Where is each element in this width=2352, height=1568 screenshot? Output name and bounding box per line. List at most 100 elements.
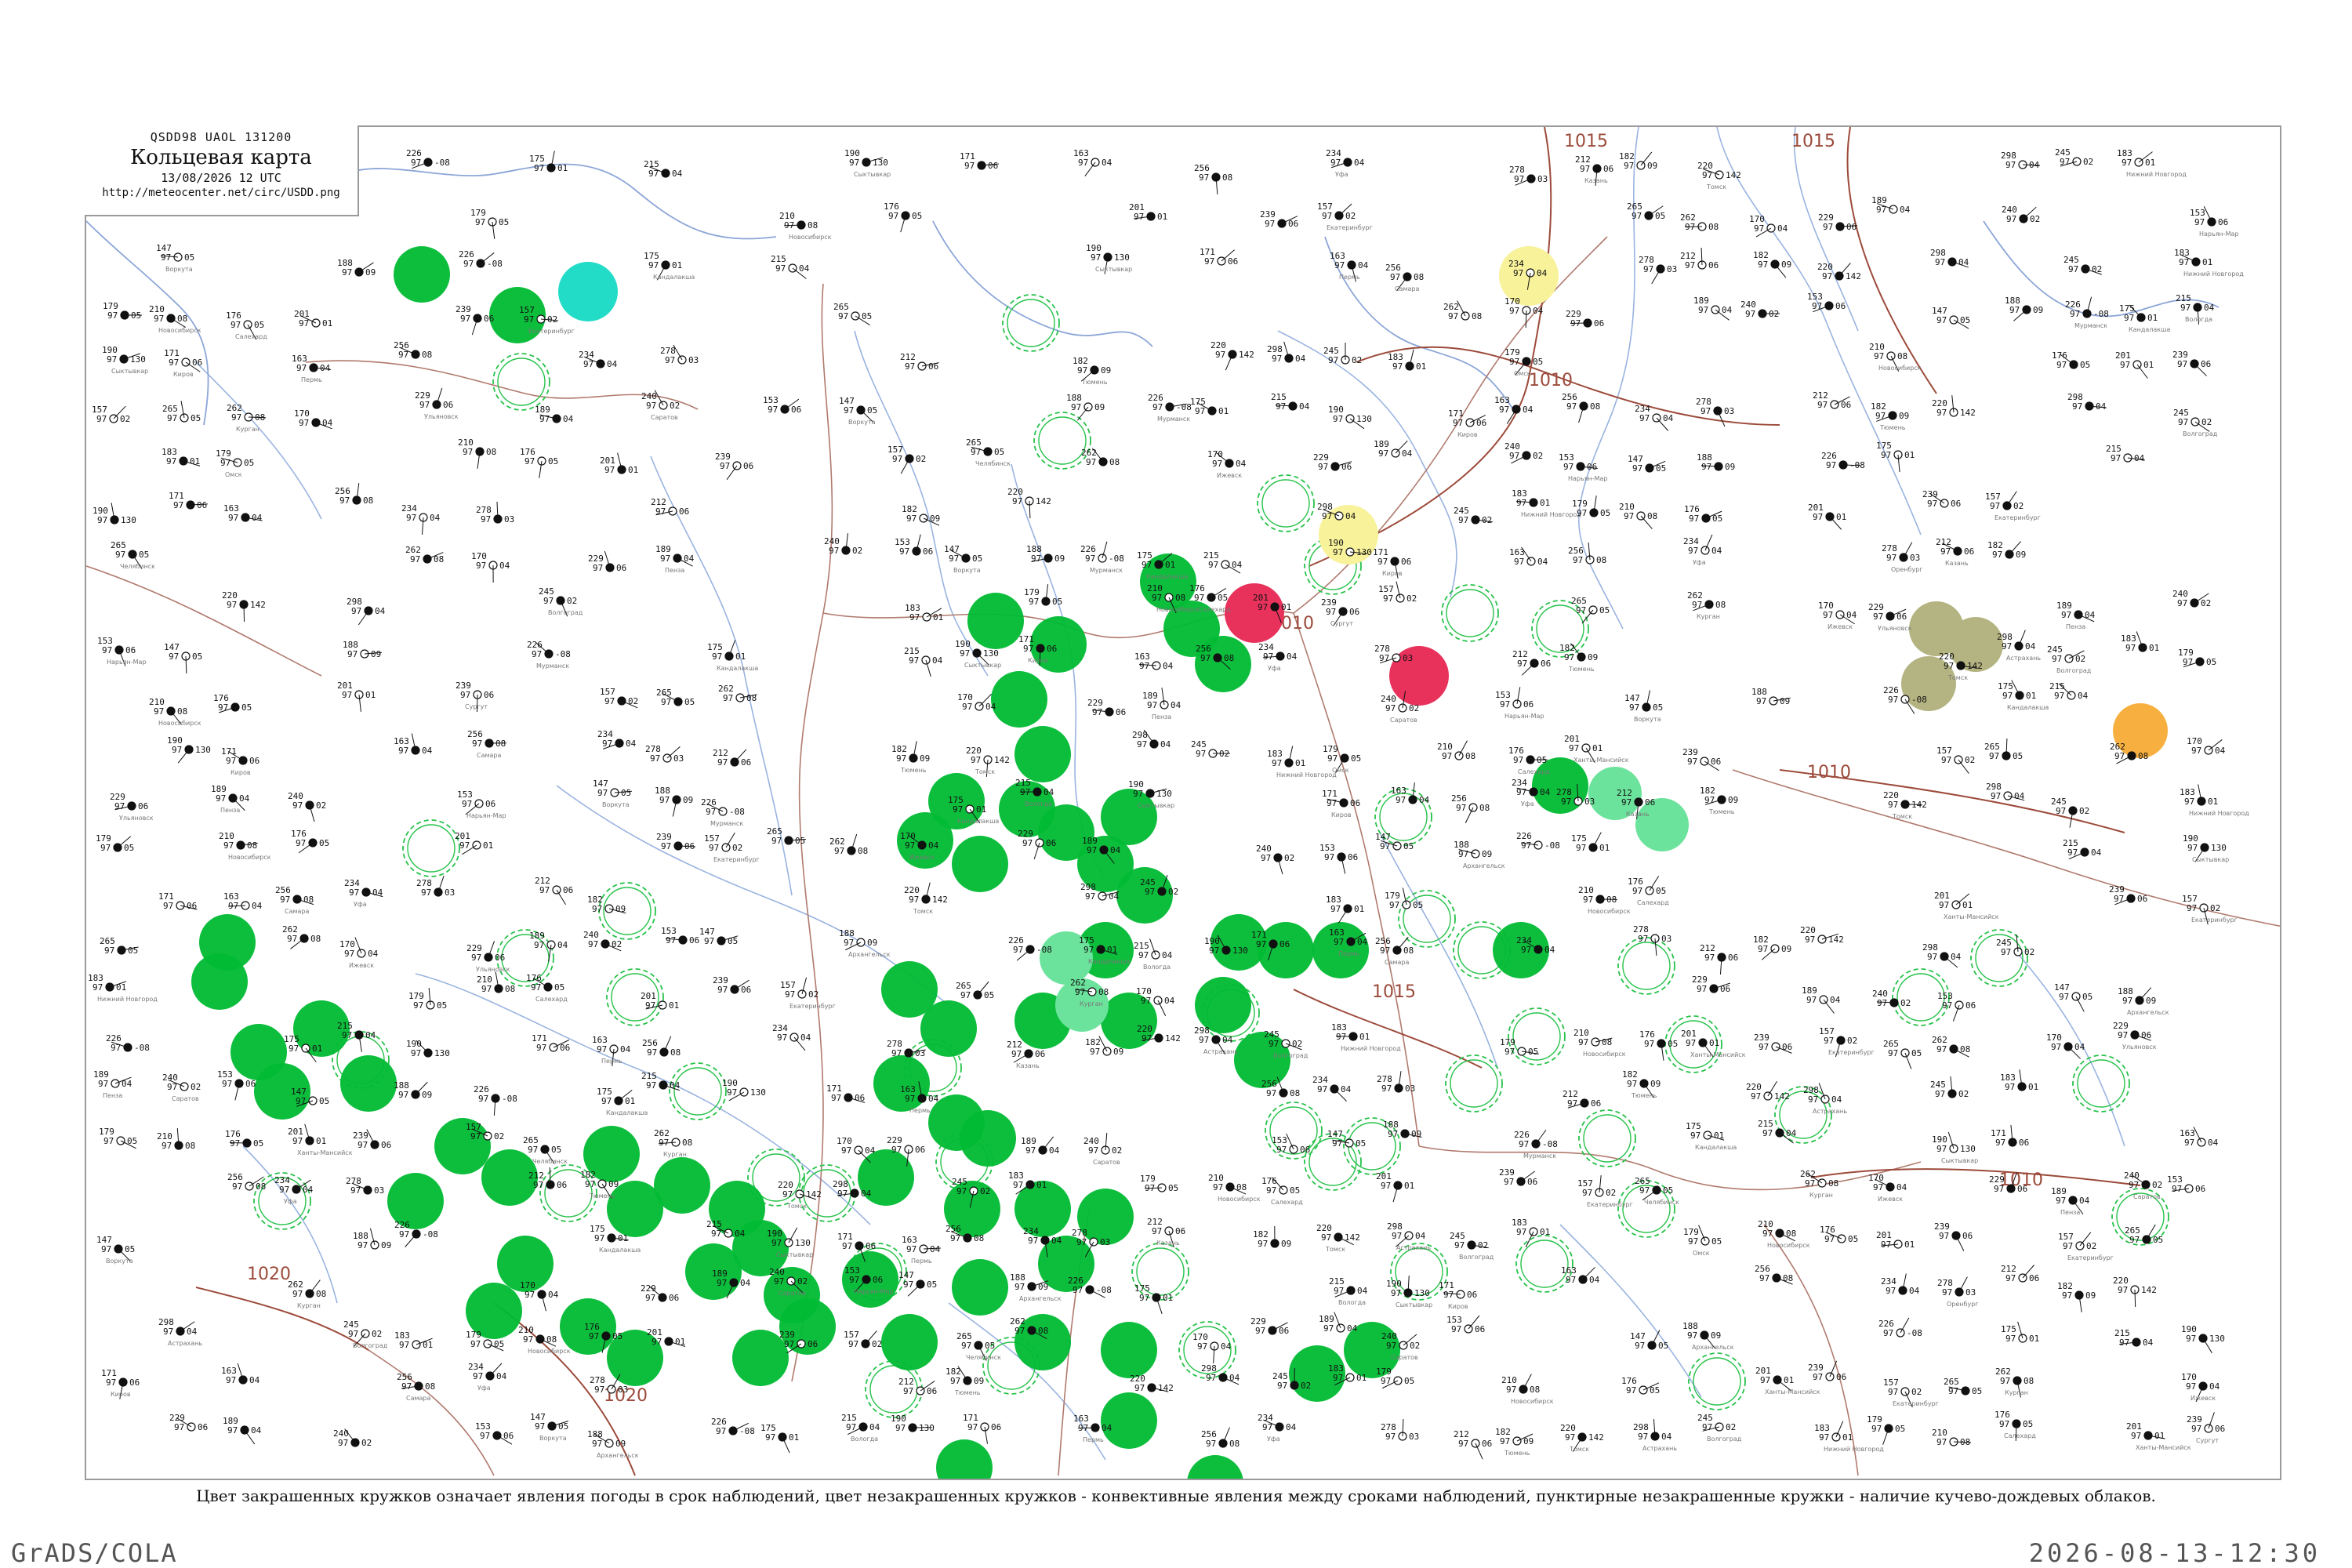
station-plot: 27897 03 xyxy=(1374,644,1413,664)
thunderstorm-circle xyxy=(1014,726,1071,782)
station-dewpoint: 04 xyxy=(122,1079,132,1089)
station-plot: 21597 04 xyxy=(2106,444,2145,463)
station-pressure: 97 xyxy=(1888,800,1898,810)
station-plot: 17597 01 xyxy=(529,151,568,173)
thunderstorm-circle xyxy=(991,671,1047,728)
wind-barb-icon xyxy=(1465,807,1474,823)
station-pressure: 97 xyxy=(1091,252,1101,263)
station-pressure: 97 xyxy=(1197,1341,1207,1352)
station-name: Вологда xyxy=(1338,1299,1366,1306)
station-plot: 20197 01Ханты-Мансийск xyxy=(2126,1421,2191,1451)
station-dewpoint: 06 xyxy=(1591,1098,1601,1109)
station-plot: 19097 130Сыктывкар xyxy=(2183,833,2229,863)
station-plot: 17197 06Киров xyxy=(101,1368,140,1399)
station-dewpoint: 01 xyxy=(1599,843,1610,853)
station-plot: 14797 05 xyxy=(1932,306,1970,329)
station-name: Челябинск xyxy=(975,460,1011,467)
station-dewpoint: 05 xyxy=(684,697,695,707)
station-plot: 22097 142 xyxy=(1210,340,1254,371)
station-dewpoint: 01 xyxy=(2202,257,2212,267)
station-pressure: 97 xyxy=(585,1179,595,1189)
station-plot: 24597 02Волгоград xyxy=(539,586,583,617)
station-pressure: 97 xyxy=(1754,223,1764,234)
station-name: Челябинск xyxy=(120,563,155,570)
station-plot: 24097 02 xyxy=(1256,844,1294,875)
station-plot: 20197 01 xyxy=(647,1327,685,1348)
station-dewpoint: 04 xyxy=(1354,158,1365,168)
station-dewpoint: 08 xyxy=(1472,311,1482,321)
station-pressure: 97 xyxy=(470,1339,481,1349)
station-dewpoint: 09 xyxy=(974,1376,984,1386)
station-dewpoint: 04 xyxy=(1229,1373,1240,1383)
station-pressure: 97 xyxy=(1561,797,1571,807)
station-pressure: 97 xyxy=(419,400,430,410)
station-pressure: 97 xyxy=(1385,1432,1396,1442)
station-dewpoint: 08 xyxy=(1290,1088,1300,1098)
station-dewpoint: 130 xyxy=(983,648,999,659)
station-pressure: 97 xyxy=(2184,1138,2194,1148)
station-pressure: 97 xyxy=(462,799,472,809)
station-pressure: 97 xyxy=(2006,214,2016,224)
station-plot: 17197 06 xyxy=(1200,247,1238,267)
station-pressure: 97 xyxy=(1826,460,1836,470)
station-plot: 18897 09 xyxy=(655,786,693,817)
station-pressure: 97 xyxy=(169,652,179,662)
station-dewpoint: 01 xyxy=(2154,1431,2165,1441)
station-pressure: 97 xyxy=(774,1276,784,1287)
station-dewpoint: 08 xyxy=(1229,1439,1240,1449)
station-name: Нижний Новгород xyxy=(2126,171,2187,178)
station-plot: 18297 09 xyxy=(1987,540,2026,560)
station-pressure: 97 xyxy=(299,318,309,328)
station-dewpoint: 05 xyxy=(241,702,252,713)
station-pressure: 97 xyxy=(717,985,728,995)
station-plot: 17197 06Киров xyxy=(164,348,202,378)
station-pressure: 97 xyxy=(604,465,615,475)
station-pressure: 97 xyxy=(1643,264,1653,274)
thunderstorm-circle xyxy=(952,1259,1008,1316)
station-dewpoint: 02 xyxy=(1900,998,1911,1008)
convective-ring xyxy=(1038,416,1087,465)
station-name: Новосибирск xyxy=(1583,1051,1626,1058)
station-plot: 17997 05 xyxy=(1024,584,1062,607)
station-pressure: 97 xyxy=(1139,1293,1149,1303)
station-dewpoint: 06 xyxy=(2195,1184,2205,1194)
station-pressure: 97 xyxy=(2177,359,2187,369)
station-pressure: 97 xyxy=(648,260,659,270)
station-pressure: 97 xyxy=(1013,945,1023,955)
station-dewpoint: 09 xyxy=(422,1090,432,1100)
station-pressure: 97 xyxy=(1023,644,1033,654)
station-dewpoint: 04 xyxy=(1357,1286,1368,1296)
station-pressure: 97 xyxy=(1391,1288,1401,1298)
station-dewpoint: 142 xyxy=(1726,170,1741,180)
station-pressure: 97 xyxy=(167,413,177,423)
station-plot: 18397 01 xyxy=(2000,1069,2038,1092)
station-dewpoint: 01 xyxy=(322,318,332,328)
station-pressure: 97 xyxy=(1333,414,1343,424)
station-pressure: 97 xyxy=(1028,1236,1038,1246)
station-dewpoint: 05 xyxy=(728,936,738,946)
station-pressure: 97 xyxy=(338,1438,348,1448)
station-pressure: 97 xyxy=(1272,758,1282,768)
station-plot: 22097 142Томск xyxy=(1316,1223,1360,1253)
station-pressure: 97 xyxy=(1940,546,1951,557)
station-plot: 18997 04 xyxy=(1802,985,1841,1014)
station-pressure: 97 xyxy=(1073,1285,1083,1295)
station-pressure: 97 xyxy=(1944,661,1954,671)
station-dewpoint: 01 xyxy=(312,1044,322,1054)
station-dewpoint: 06 xyxy=(1523,699,1534,710)
station-dewpoint: 01 xyxy=(672,260,682,270)
station-pressure: 97 xyxy=(2191,746,2201,756)
station-pressure: 97 xyxy=(476,561,486,571)
station-dewpoint: 04 xyxy=(928,1094,939,1104)
station-pressure: 97 xyxy=(967,1422,978,1432)
station-plot: 26597 05 xyxy=(100,936,139,956)
station-plot: 22997 06 xyxy=(169,1413,208,1432)
station-pressure: 97 xyxy=(2125,643,2136,653)
convective-ring xyxy=(1007,299,1055,347)
station-plot: 20197 01 xyxy=(337,681,376,712)
station-dewpoint: 04 xyxy=(1232,560,1243,570)
thunderstorm-circle xyxy=(340,1055,397,1112)
station-dewpoint: 06 xyxy=(791,405,801,415)
station-pressure: 97 xyxy=(174,1422,184,1432)
station-pressure: 97 xyxy=(406,513,416,523)
